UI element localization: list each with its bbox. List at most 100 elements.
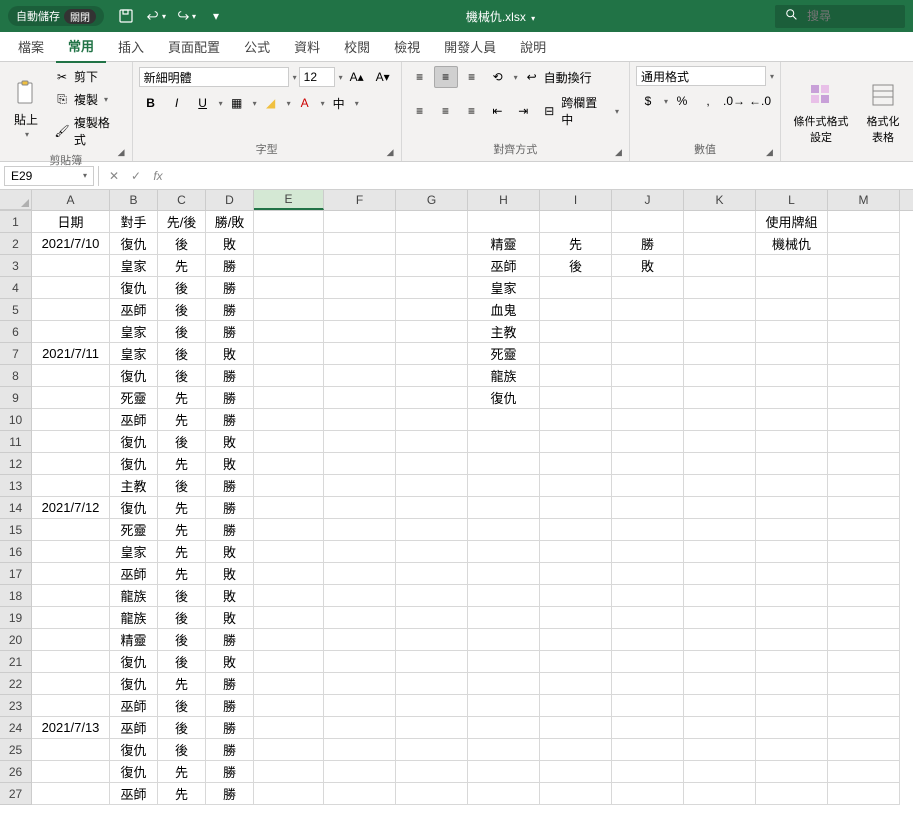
cell[interactable] xyxy=(396,651,468,673)
cell[interactable] xyxy=(254,651,324,673)
cell[interactable]: 先 xyxy=(158,453,206,475)
cell[interactable]: 先 xyxy=(158,387,206,409)
cell[interactable] xyxy=(540,783,612,805)
cell[interactable] xyxy=(468,673,540,695)
col-header[interactable]: K xyxy=(684,190,756,210)
cell[interactable] xyxy=(756,453,828,475)
increase-indent-icon[interactable]: ⇥ xyxy=(511,100,535,122)
cell[interactable] xyxy=(468,497,540,519)
row-header[interactable]: 22 xyxy=(0,673,32,695)
qat-more-icon[interactable]: ▾ xyxy=(206,6,226,26)
cell[interactable] xyxy=(32,431,110,453)
cell[interactable]: 復仇 xyxy=(110,431,158,453)
cell[interactable] xyxy=(612,629,684,651)
cell[interactable]: 血鬼 xyxy=(468,299,540,321)
font-name-select[interactable] xyxy=(139,67,289,87)
cell[interactable] xyxy=(612,277,684,299)
cell[interactable]: 後 xyxy=(158,299,206,321)
cell[interactable] xyxy=(612,299,684,321)
col-header[interactable]: L xyxy=(756,190,828,210)
cell[interactable]: 先 xyxy=(158,783,206,805)
cell[interactable]: 勝 xyxy=(206,783,254,805)
cell[interactable]: 敗 xyxy=(206,453,254,475)
cell[interactable] xyxy=(828,761,900,783)
cell[interactable] xyxy=(396,629,468,651)
cell[interactable]: 勝 xyxy=(206,299,254,321)
cell[interactable] xyxy=(396,453,468,475)
cell[interactable] xyxy=(612,519,684,541)
cell[interactable]: 後 xyxy=(158,321,206,343)
cell[interactable]: 2021/7/11 xyxy=(32,343,110,365)
align-middle-icon[interactable]: ≡ xyxy=(434,66,458,88)
cell[interactable] xyxy=(540,651,612,673)
cell[interactable] xyxy=(540,497,612,519)
cell[interactable] xyxy=(396,563,468,585)
chevron-down-icon[interactable]: ▾ xyxy=(293,73,297,82)
cell[interactable]: 精靈 xyxy=(468,233,540,255)
col-header[interactable]: H xyxy=(468,190,540,210)
cell[interactable]: 勝 xyxy=(206,475,254,497)
chevron-down-icon[interactable]: ▾ xyxy=(219,99,223,108)
cell[interactable] xyxy=(756,541,828,563)
cell[interactable] xyxy=(612,673,684,695)
cell[interactable] xyxy=(828,387,900,409)
row-header[interactable]: 21 xyxy=(0,651,32,673)
cell[interactable]: 勝 xyxy=(206,497,254,519)
cell[interactable] xyxy=(32,541,110,563)
cell[interactable] xyxy=(324,343,396,365)
cell[interactable]: 主教 xyxy=(110,475,158,497)
cell[interactable] xyxy=(684,475,756,497)
cell[interactable] xyxy=(756,277,828,299)
tab-help[interactable]: 說明 xyxy=(508,31,558,62)
row-header[interactable]: 18 xyxy=(0,585,32,607)
cell[interactable] xyxy=(468,739,540,761)
cell[interactable] xyxy=(828,695,900,717)
row-header[interactable]: 13 xyxy=(0,475,32,497)
cell[interactable] xyxy=(828,783,900,805)
cell[interactable] xyxy=(828,585,900,607)
cell[interactable]: 龍族 xyxy=(110,585,158,607)
cell[interactable] xyxy=(396,475,468,497)
cell[interactable]: 敗 xyxy=(206,651,254,673)
cell[interactable] xyxy=(828,563,900,585)
decrease-decimal-icon[interactable]: ←.0 xyxy=(748,90,772,112)
cell[interactable] xyxy=(684,255,756,277)
tab-home[interactable]: 常用 xyxy=(56,30,106,63)
cell[interactable]: 後 xyxy=(158,651,206,673)
cell[interactable]: 敗 xyxy=(206,233,254,255)
orientation-icon[interactable]: ⟲ xyxy=(486,66,510,88)
cell[interactable] xyxy=(254,563,324,585)
row-header[interactable]: 17 xyxy=(0,563,32,585)
cell[interactable] xyxy=(612,453,684,475)
cell[interactable] xyxy=(254,629,324,651)
undo-icon[interactable]: ▾ xyxy=(146,6,166,26)
increase-font-icon[interactable]: A▴ xyxy=(345,66,369,88)
cell[interactable] xyxy=(828,299,900,321)
cell[interactable] xyxy=(324,475,396,497)
cell[interactable]: 後 xyxy=(158,277,206,299)
cell[interactable] xyxy=(324,585,396,607)
cell[interactable] xyxy=(396,541,468,563)
cell[interactable]: 死靈 xyxy=(110,387,158,409)
autosave-toggle[interactable]: 自動儲存 關閉 xyxy=(8,6,104,26)
cell[interactable] xyxy=(612,607,684,629)
row-header[interactable]: 27 xyxy=(0,783,32,805)
col-header[interactable]: B xyxy=(110,190,158,210)
cell[interactable] xyxy=(32,673,110,695)
cell[interactable] xyxy=(540,277,612,299)
cell[interactable] xyxy=(324,387,396,409)
cell[interactable] xyxy=(612,761,684,783)
cell[interactable] xyxy=(324,409,396,431)
cell[interactable] xyxy=(254,233,324,255)
cell[interactable] xyxy=(684,519,756,541)
cell[interactable] xyxy=(32,651,110,673)
cell[interactable] xyxy=(756,497,828,519)
cut-button[interactable]: ✂剪下 xyxy=(50,66,126,87)
cell[interactable] xyxy=(612,783,684,805)
row-header[interactable]: 8 xyxy=(0,365,32,387)
tab-developer[interactable]: 開發人員 xyxy=(432,31,508,62)
cell[interactable] xyxy=(396,299,468,321)
cell[interactable] xyxy=(324,651,396,673)
row-header[interactable]: 7 xyxy=(0,343,32,365)
underline-button[interactable]: U xyxy=(191,92,215,114)
